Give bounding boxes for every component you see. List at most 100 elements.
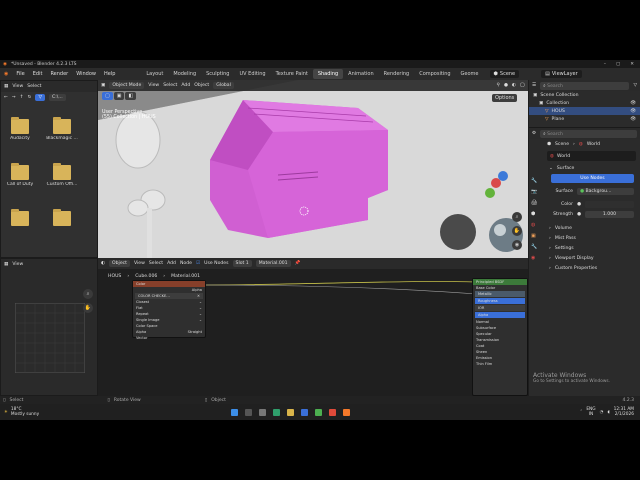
forward-icon[interactable]: → xyxy=(12,95,16,100)
mist-pass-panel[interactable]: › Mist Pass xyxy=(529,233,640,243)
viewlayer-selector[interactable]: ▤ ViewLayer xyxy=(541,70,582,78)
menu-window[interactable]: Window xyxy=(72,71,100,77)
tool-tab-icon[interactable]: 🔧 xyxy=(531,178,537,184)
clock[interactable]: 12:31 AM 2/1/2026 xyxy=(614,407,634,417)
app-icon[interactable] xyxy=(329,408,337,416)
editor-type-icon[interactable]: ☰ xyxy=(532,83,536,88)
folder-item[interactable]: Audacity xyxy=(10,117,37,141)
material-tab-icon[interactable]: ◉ xyxy=(531,255,537,261)
world-datablock-field[interactable]: ◍ World xyxy=(547,151,636,161)
menu-edit[interactable]: Edit xyxy=(29,71,47,77)
close-icon[interactable]: ✕ xyxy=(630,62,634,67)
file-explorer-icon[interactable] xyxy=(287,408,295,416)
orientation-dropdown[interactable]: Global xyxy=(213,82,234,89)
alpha-field[interactable]: Alpha xyxy=(475,312,525,318)
viewport-select-menu[interactable]: Select xyxy=(163,83,177,88)
edge-icon[interactable] xyxy=(273,408,281,416)
weather-widget[interactable]: 18°C Mostly sunny xyxy=(11,407,39,417)
shading-rendered-icon[interactable]: ◯ xyxy=(520,83,525,88)
scene-tab-icon[interactable]: ⬢ xyxy=(531,211,537,217)
thin-film-section[interactable]: Thin Film xyxy=(473,361,527,367)
tab-shading[interactable]: Shading xyxy=(312,69,344,79)
modifier-tab-icon[interactable]: 🔧 xyxy=(531,244,537,250)
maximize-icon[interactable]: ▢ xyxy=(616,62,620,67)
folder-item[interactable]: Call of Duty xyxy=(7,163,37,187)
tab-animation[interactable]: Animation xyxy=(343,69,379,79)
minimize-icon[interactable]: – xyxy=(604,62,606,67)
eye-icon[interactable]: 👁 xyxy=(630,117,640,122)
close-icon[interactable]: ✕ xyxy=(197,294,200,298)
tab-modeling[interactable]: Modeling xyxy=(168,69,201,79)
menu-help[interactable]: Help xyxy=(100,71,119,77)
color-swatch[interactable] xyxy=(585,200,634,208)
settings-panel[interactable]: › Settings xyxy=(529,243,640,253)
editor-type-icon[interactable]: ▦ xyxy=(4,262,8,267)
properties-search-field[interactable]: ⌕ Search xyxy=(540,129,637,138)
options-button[interactable]: Options xyxy=(492,94,518,102)
3d-viewport[interactable]: ▣ Object Mode View Select Add Object Glo… xyxy=(98,80,528,258)
use-nodes-button[interactable]: Use Nodes xyxy=(551,174,634,183)
render-tab-icon[interactable]: 📷 xyxy=(531,189,537,195)
mode-dropdown[interactable]: Object Mode xyxy=(109,82,145,89)
outliner-item-collection[interactable]: ▣ Collection 👁 xyxy=(529,99,640,107)
menu-render[interactable]: Render xyxy=(46,71,72,77)
select-box-icon[interactable]: ▢ xyxy=(102,92,113,100)
roughness-field[interactable]: Roughness xyxy=(475,298,525,304)
eye-icon[interactable]: 👁 xyxy=(630,109,640,114)
pan-hand-icon[interactable]: ✋ xyxy=(512,226,522,236)
select-subtract-icon[interactable]: ◧ xyxy=(125,92,137,100)
filter-icon[interactable]: ▽ xyxy=(633,83,637,88)
viewport-view-menu[interactable]: View xyxy=(148,83,159,88)
viewport-object-menu[interactable]: Object xyxy=(194,83,209,88)
shading-solid-icon[interactable]: ● xyxy=(504,83,508,88)
object-tab-icon[interactable]: ▣ xyxy=(531,233,537,239)
parent-folder-icon[interactable]: ↑ xyxy=(20,95,24,100)
folder-item[interactable]: Blackmagic ... xyxy=(46,117,79,141)
image-editor[interactable]: ▦ View ⌕ ✋ xyxy=(0,258,98,396)
start-icon[interactable] xyxy=(231,408,239,416)
path-field[interactable]: C:\... xyxy=(48,94,66,101)
metallic-field[interactable]: Metallic xyxy=(475,291,525,297)
eye-icon[interactable]: 👁 xyxy=(630,101,640,106)
menu-file[interactable]: File xyxy=(12,71,28,77)
folder-item[interactable] xyxy=(11,209,29,226)
blender-taskbar-icon[interactable] xyxy=(343,408,351,416)
editor-type-icon[interactable]: ▣ xyxy=(101,83,105,88)
viewport-display-panel[interactable]: › Viewport Display xyxy=(529,253,640,263)
tab-rendering[interactable]: Rendering xyxy=(379,69,415,79)
chevron-up-icon[interactable]: ˄ xyxy=(580,410,582,415)
blender-menu-icon[interactable]: ◉ xyxy=(0,71,12,77)
shading-material-icon[interactable]: ◐ xyxy=(512,83,516,88)
custom-properties-panel[interactable]: › Custom Properties xyxy=(529,263,640,273)
strength-field[interactable]: 1.000 xyxy=(585,210,634,218)
wifi-icon[interactable]: ◔ xyxy=(600,410,604,415)
surface-panel-header[interactable]: ⌄ Surface xyxy=(529,163,640,173)
zoom-icon[interactable]: ⌕ xyxy=(512,212,522,222)
viewport-add-menu[interactable]: Add xyxy=(181,83,190,88)
outliner-item-plane[interactable]: ▽ Plane 👁 xyxy=(529,115,640,123)
image-view-menu[interactable]: View xyxy=(12,262,23,267)
tab-uv-editing[interactable]: UV Editing xyxy=(234,69,270,79)
editor-type-icon[interactable]: ▦ xyxy=(4,84,8,89)
app-icon[interactable] xyxy=(315,408,323,416)
folder-item[interactable] xyxy=(53,209,71,226)
volume-panel[interactable]: › Volume xyxy=(529,223,640,233)
image-texture-node[interactable]: Color Alpha COLOR CHECKE... ✕ Closest ⌄ Fl… xyxy=(132,280,206,340)
output-tab-icon[interactable]: 🖨 xyxy=(531,200,537,206)
file-select-menu[interactable]: Select xyxy=(27,84,41,89)
outliner-scene-collection[interactable]: ▣ Scene Collection xyxy=(529,91,640,99)
select-extend-icon[interactable]: ▣ xyxy=(113,92,125,100)
outliner-item-hous[interactable]: ▽ HOUS 👁 xyxy=(529,107,640,115)
world-tab-icon[interactable]: ◍ xyxy=(531,222,537,228)
tab-compositing[interactable]: Compositing xyxy=(414,69,455,79)
scene-selector[interactable]: ⬢ Scene xyxy=(489,70,520,78)
camera-view-icon[interactable]: ◉ xyxy=(512,240,522,250)
tab-sculpting[interactable]: Sculpting xyxy=(201,69,234,79)
zoom-icon[interactable]: ⌕ xyxy=(83,289,93,299)
ior-field[interactable]: IOR xyxy=(475,305,525,311)
file-view-menu[interactable]: View xyxy=(12,84,23,89)
shader-node-editor[interactable]: ◐ Object View Select Add Node ☑ Use Node… xyxy=(98,258,528,396)
tab-geometry[interactable]: Geome xyxy=(456,69,484,79)
surface-shader-field[interactable]: ● Backgrou... xyxy=(577,187,634,195)
outliner-search-field[interactable]: ⌕ Search xyxy=(540,81,630,90)
